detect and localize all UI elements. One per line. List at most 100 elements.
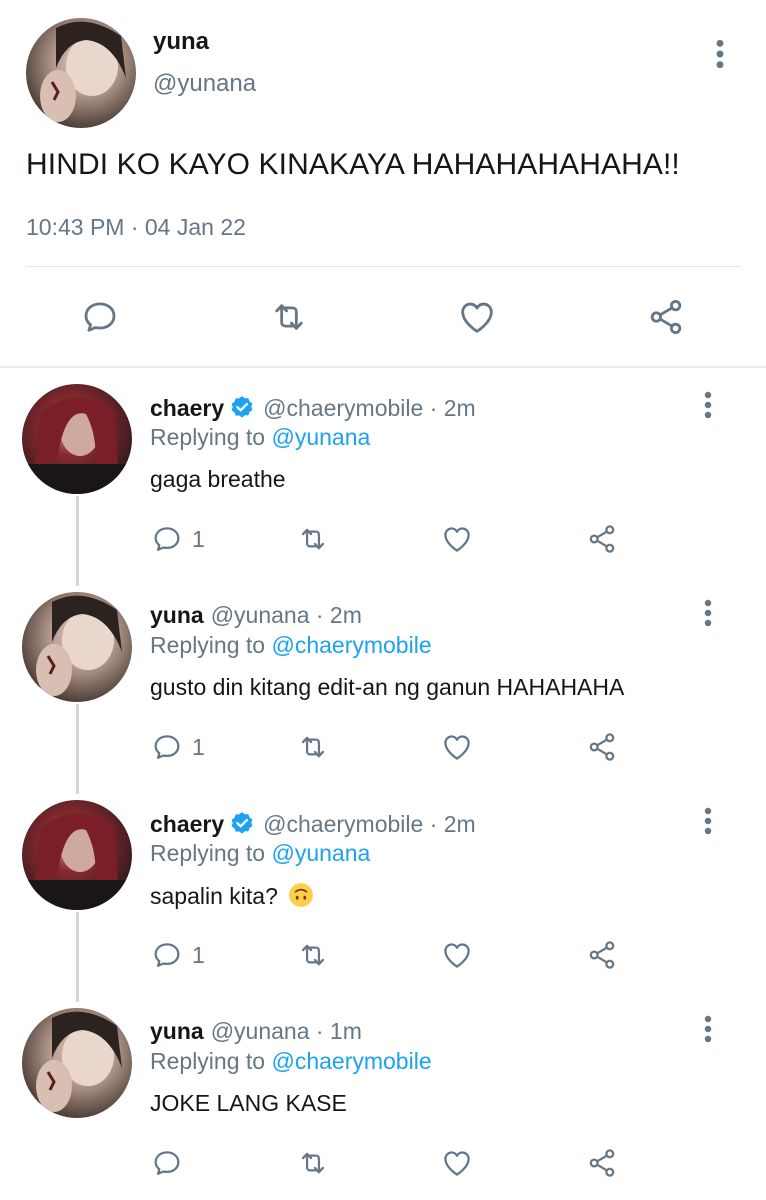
avatar-photo-yuna — [22, 592, 132, 702]
author-handle[interactable]: @chaerymobile · 2m — [263, 811, 476, 838]
reply-text: gusto din kitang edit-an ng ganun HAHAHA… — [150, 674, 625, 700]
reply-header: chaery @chaerymobile · 2m — [150, 394, 476, 422]
upside-down-face-emoji-icon — [289, 883, 314, 907]
reply-header: chaery @chaerymobile · 2m — [150, 810, 476, 838]
reply-count: 1 — [192, 941, 205, 968]
like-button[interactable] — [440, 1146, 474, 1180]
replying-to-label: Replying to — [150, 1048, 266, 1074]
reply-text: JOKE LANG KASE — [150, 1090, 347, 1116]
avatar[interactable] — [26, 18, 136, 128]
more-options-icon[interactable] — [712, 38, 728, 70]
share-icon — [585, 522, 619, 556]
reply-text: gaga breathe — [150, 466, 286, 492]
share-button[interactable] — [645, 296, 687, 338]
reply-count: 1 — [192, 525, 205, 552]
reply-text: sapalin kita? — [150, 883, 278, 909]
like-icon — [440, 522, 474, 556]
replying-to-label: Replying to — [150, 632, 266, 658]
author-name[interactable]: yuna — [153, 28, 209, 56]
like-button[interactable] — [440, 938, 474, 972]
thread-line — [76, 704, 79, 794]
more-options-icon[interactable] — [700, 806, 716, 836]
replying-to-label: Replying to — [150, 840, 266, 866]
like-button[interactable] — [456, 296, 498, 338]
author-name[interactable]: chaery — [150, 395, 224, 422]
avatar[interactable] — [22, 384, 132, 494]
avatar-photo-chaery — [22, 384, 132, 494]
reply-icon — [150, 1146, 184, 1180]
reply-button[interactable]: 1 — [150, 522, 205, 556]
like-icon — [456, 296, 498, 338]
author-handle[interactable]: @yunana · 1m — [211, 1018, 362, 1045]
reply-count: 1 — [192, 733, 205, 760]
reply-header: yuna @yunana · 2m — [150, 602, 362, 629]
author-name[interactable]: chaery — [150, 811, 224, 838]
like-icon — [440, 938, 474, 972]
avatar-photo-yuna — [22, 1008, 132, 1118]
reply-button[interactable] — [79, 296, 121, 338]
replying-to-link[interactable]: @yunana — [271, 424, 370, 450]
avatar-photo-yuna — [26, 18, 136, 128]
reply-icon — [150, 938, 184, 972]
retweet-icon — [296, 938, 330, 972]
replying-to: Replying to @yunana — [150, 840, 370, 867]
more-options-icon[interactable] — [700, 390, 716, 420]
replying-to-link[interactable]: @yunana — [271, 840, 370, 866]
avatar[interactable] — [22, 800, 132, 910]
share-button[interactable] — [585, 522, 619, 556]
main-tweet: yuna @yunana HINDI KO KAYO KINAKAYA HAHA… — [0, 0, 766, 366]
replying-to-link[interactable]: @chaerymobile — [271, 632, 431, 658]
avatar[interactable] — [22, 1008, 132, 1118]
more-options-icon[interactable] — [700, 598, 716, 628]
like-icon — [440, 730, 474, 764]
reply-tweet[interactable]: chaery @chaerymobile · 2m Replying to @y… — [0, 784, 766, 1002]
author-name[interactable]: yuna — [150, 1018, 204, 1045]
retweet-icon — [296, 730, 330, 764]
verified-badge-icon — [228, 394, 256, 422]
more-options-icon[interactable] — [700, 1014, 716, 1044]
divider — [26, 266, 740, 267]
reply-button[interactable] — [150, 1146, 192, 1180]
retweet-button[interactable] — [296, 522, 330, 556]
like-button[interactable] — [440, 730, 474, 764]
reply-icon — [79, 296, 121, 338]
share-button[interactable] — [585, 938, 619, 972]
share-button[interactable] — [585, 1146, 619, 1180]
reply-tweet[interactable]: yuna @yunana · 1m Replying to @chaerymob… — [0, 992, 766, 1200]
retweet-button[interactable] — [296, 1146, 330, 1180]
verified-badge-icon — [228, 810, 256, 838]
reply-icon — [150, 730, 184, 764]
retweet-button[interactable] — [296, 730, 330, 764]
replying-to-label: Replying to — [150, 424, 266, 450]
avatar[interactable] — [22, 592, 132, 702]
like-icon — [440, 1146, 474, 1180]
thread-line — [76, 496, 79, 586]
tweet-timestamp[interactable]: 10:43 PM · 04 Jan 22 — [26, 214, 246, 241]
retweet-button[interactable] — [268, 296, 310, 338]
share-icon — [585, 1146, 619, 1180]
share-button[interactable] — [585, 730, 619, 764]
retweet-icon — [296, 1146, 330, 1180]
retweet-button[interactable] — [296, 938, 330, 972]
reply-button[interactable]: 1 — [150, 730, 205, 764]
retweet-icon — [296, 522, 330, 556]
replying-to-link[interactable]: @chaerymobile — [271, 1048, 431, 1074]
avatar-photo-chaery — [22, 800, 132, 910]
author-handle[interactable]: @yunana — [153, 70, 256, 98]
tweet-text: HINDI KO KAYO KINAKAYA HAHAHAHAHAHA!! — [26, 148, 680, 181]
reply-header: yuna @yunana · 1m — [150, 1018, 362, 1045]
share-icon — [585, 730, 619, 764]
thread-line — [76, 912, 79, 1002]
replying-to: Replying to @yunana — [150, 424, 370, 451]
replying-to: Replying to @chaerymobile — [150, 1048, 432, 1075]
reply-tweet[interactable]: chaery @chaerymobile · 2m Replying to @y… — [0, 368, 766, 586]
replying-to: Replying to @chaerymobile — [150, 632, 432, 659]
reply-text-container: sapalin kita? — [150, 882, 314, 910]
author-handle[interactable]: @chaerymobile · 2m — [263, 395, 476, 422]
author-handle[interactable]: @yunana · 2m — [211, 602, 362, 629]
reply-tweet[interactable]: yuna @yunana · 2m Replying to @chaerymob… — [0, 576, 766, 794]
retweet-icon — [268, 296, 310, 338]
reply-button[interactable]: 1 — [150, 938, 205, 972]
like-button[interactable] — [440, 522, 474, 556]
author-name[interactable]: yuna — [150, 602, 204, 629]
